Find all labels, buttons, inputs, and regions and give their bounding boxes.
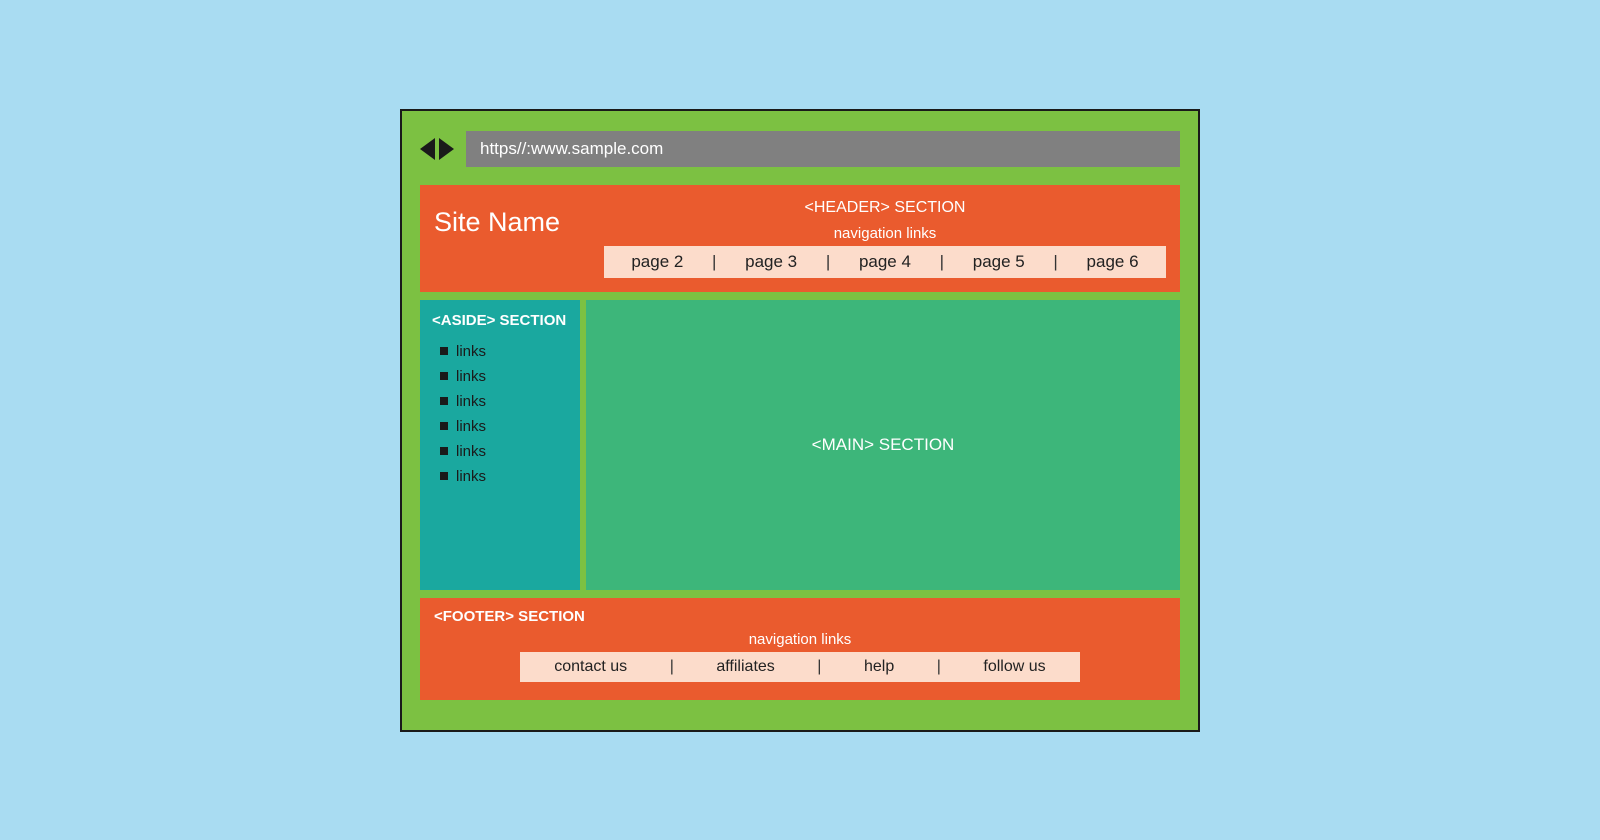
aside-link[interactable]: links	[440, 468, 568, 485]
browser-window: https//:www.sample.com Site Name <HEADER…	[400, 109, 1200, 732]
site-name: Site Name	[434, 199, 594, 278]
footer-section: <FOOTER> SECTION navigation links contac…	[420, 598, 1180, 700]
aside-link[interactable]: links	[440, 343, 568, 360]
nav-arrows	[420, 138, 454, 160]
footer-inner: navigation links contact us | affiliates…	[520, 631, 1080, 682]
aside-link-label: links	[456, 368, 486, 385]
nav-separator: |	[1053, 252, 1057, 272]
footer-link[interactable]: help	[858, 658, 900, 676]
aside-link-list: links links links links links links	[432, 343, 568, 485]
bullet-icon	[440, 472, 448, 480]
footer-section-label: <FOOTER> SECTION	[434, 608, 1166, 625]
aside-link[interactable]: links	[440, 393, 568, 410]
header-nav-caption: navigation links	[604, 225, 1166, 242]
bullet-icon	[440, 372, 448, 380]
main-section-label: <MAIN> SECTION	[812, 435, 955, 455]
aside-link[interactable]: links	[440, 368, 568, 385]
aside-section: <ASIDE> SECTION links links links links …	[420, 300, 580, 590]
page: Site Name <HEADER> SECTION navigation li…	[420, 185, 1180, 700]
aside-link[interactable]: links	[440, 443, 568, 460]
footer-nav-caption: navigation links	[520, 631, 1080, 648]
header-navbar: page 2 | page 3 | page 4 | page 5 | page…	[604, 246, 1166, 278]
aside-link-label: links	[456, 418, 486, 435]
aside-link-label: links	[456, 468, 486, 485]
middle-row: <ASIDE> SECTION links links links links …	[420, 300, 1180, 590]
footer-navbar: contact us | affiliates | help | follow …	[520, 652, 1080, 682]
nav-separator: |	[826, 252, 830, 272]
bullet-icon	[440, 422, 448, 430]
header-section: Site Name <HEADER> SECTION navigation li…	[420, 185, 1180, 292]
footer-link[interactable]: affiliates	[710, 658, 780, 676]
nav-link[interactable]: page 3	[739, 252, 803, 272]
nav-link[interactable]: page 6	[1081, 252, 1145, 272]
header-right: <HEADER> SECTION navigation links page 2…	[604, 199, 1166, 278]
aside-link[interactable]: links	[440, 418, 568, 435]
nav-separator: |	[817, 658, 821, 676]
footer-link[interactable]: contact us	[548, 658, 633, 676]
address-bar[interactable]: https//:www.sample.com	[466, 131, 1180, 167]
nav-separator: |	[670, 658, 674, 676]
header-section-label: <HEADER> SECTION	[604, 199, 1166, 217]
aside-link-label: links	[456, 343, 486, 360]
nav-separator: |	[937, 658, 941, 676]
back-arrow-icon[interactable]	[420, 138, 435, 160]
nav-link[interactable]: page 4	[853, 252, 917, 272]
nav-link[interactable]: page 5	[967, 252, 1031, 272]
bullet-icon	[440, 447, 448, 455]
aside-link-label: links	[456, 443, 486, 460]
aside-section-label: <ASIDE> SECTION	[432, 312, 568, 329]
nav-link[interactable]: page 2	[625, 252, 689, 272]
browser-toolbar: https//:www.sample.com	[420, 131, 1180, 167]
nav-separator: |	[940, 252, 944, 272]
aside-link-label: links	[456, 393, 486, 410]
bullet-icon	[440, 347, 448, 355]
nav-separator: |	[712, 252, 716, 272]
main-section: <MAIN> SECTION	[586, 300, 1180, 590]
footer-link[interactable]: follow us	[977, 658, 1051, 676]
bullet-icon	[440, 397, 448, 405]
forward-arrow-icon[interactable]	[439, 138, 454, 160]
